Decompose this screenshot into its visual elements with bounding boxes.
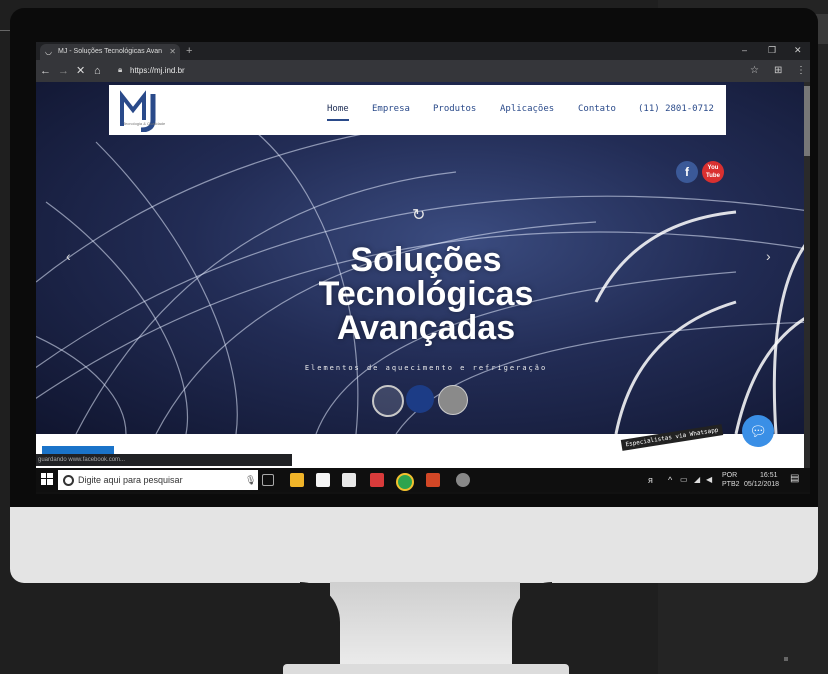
- windows-start-icon[interactable]: [41, 473, 53, 485]
- monitor-chin: [10, 507, 818, 583]
- language-top[interactable]: POR: [722, 472, 737, 480]
- background-dot: [784, 657, 788, 661]
- tray-chevron-icon[interactable]: ^: [668, 476, 672, 485]
- status-bar: guardando www.facebook.com...: [36, 454, 292, 466]
- volume-icon[interactable]: ◀: [706, 476, 712, 484]
- monitor-screen: ◡ MJ - Soluções Tecnológicas Avan ✕ + – …: [36, 42, 810, 494]
- clock-date[interactable]: 05/12/2018: [744, 481, 779, 489]
- app-settings-icon[interactable]: [456, 473, 470, 487]
- menu-empresa[interactable]: Empresa: [372, 103, 410, 115]
- tab-loading-icon: ◡: [45, 47, 52, 56]
- bookmark-star-icon[interactable]: ☆: [750, 64, 759, 78]
- people-icon[interactable]: ᴙ: [648, 476, 653, 485]
- monitor-stand-neck: [330, 582, 520, 668]
- hero-title-line-1: Soluções: [350, 241, 502, 279]
- slider-bullet-2[interactable]: [406, 385, 434, 413]
- minimize-button[interactable]: –: [742, 43, 747, 57]
- browser-tab[interactable]: ◡ MJ - Soluções Tecnológicas Avan ✕: [40, 44, 180, 60]
- extension-icon[interactable]: ⊞: [774, 64, 782, 78]
- forward-arrow-icon[interactable]: →: [58, 64, 69, 78]
- new-tab-button[interactable]: +: [186, 44, 192, 58]
- site-navbar: Tecnologia & Qualidade Home Empresa Prod…: [109, 85, 726, 135]
- menu-produtos[interactable]: Produtos: [433, 103, 476, 115]
- facebook-icon[interactable]: f: [676, 161, 698, 183]
- scrollbar-thumb[interactable]: [804, 86, 810, 156]
- menu-contato[interactable]: Contato: [578, 103, 616, 115]
- back-arrow-icon[interactable]: ←: [40, 64, 51, 78]
- taskbar-search-box[interactable]: Digite aqui para pesquisar 🎙︎: [58, 470, 258, 490]
- browser-menu-icon[interactable]: ⋮: [796, 64, 806, 78]
- slider-prev-icon[interactable]: ‹: [66, 248, 71, 264]
- hero-subtitle: Elementos de aquecimento e refrigeração: [304, 364, 548, 372]
- monitor-stand-base: [283, 664, 569, 674]
- menu-aplicacoes[interactable]: Aplicações: [500, 103, 554, 115]
- refresh-icon: ↻: [412, 207, 426, 224]
- hero-title-line-2: Tecnológicas: [318, 275, 534, 313]
- slider-next-icon[interactable]: ›: [766, 248, 771, 264]
- windows-taskbar: Digite aqui para pesquisar 🎙︎ ᴙ ^ ▭ ◢ ◀ …: [36, 468, 810, 492]
- scrollbar[interactable]: [804, 82, 810, 468]
- logo-tagline: Tecnologia & Qualidade: [123, 121, 166, 126]
- address-bar: ← → ✕ ⌂ 🔒︎ https://mj.ind.br ☆ ⊞ ⋮: [36, 60, 810, 82]
- lock-icon: 🔒︎: [118, 65, 123, 74]
- search-placeholder: Digite aqui para pesquisar: [78, 475, 183, 485]
- home-icon[interactable]: ⌂: [94, 64, 101, 78]
- task-view-icon[interactable]: [262, 474, 274, 486]
- tab-title: MJ - Soluções Tecnológicas Avan: [58, 48, 163, 55]
- hero-title-line-3: Avançadas: [336, 309, 516, 347]
- file-explorer-icon[interactable]: [290, 473, 304, 487]
- menu-home[interactable]: Home: [327, 103, 349, 121]
- mail-icon[interactable]: [342, 473, 356, 487]
- powerpoint-icon[interactable]: [426, 473, 440, 487]
- slider-bullet-3[interactable]: [438, 385, 468, 415]
- youtube-icon[interactable]: You Tube: [702, 161, 724, 183]
- maximize-button[interactable]: ❐: [768, 43, 776, 57]
- close-window-button[interactable]: ✕: [794, 43, 802, 57]
- network-icon[interactable]: ▭: [680, 476, 688, 484]
- clock-time[interactable]: 16:51: [752, 472, 778, 480]
- microphone-icon[interactable]: 🎙︎: [245, 470, 256, 490]
- stop-icon[interactable]: ✕: [76, 64, 85, 78]
- browser-tab-bar: ◡ MJ - Soluções Tecnológicas Avan ✕ + – …: [36, 42, 810, 60]
- web-viewport: ‹ › ↻ Soluções Tecnológicas Avançadas El…: [36, 82, 810, 468]
- cortana-icon: [63, 475, 74, 486]
- url-field[interactable]: https://mj.ind.br: [130, 64, 185, 78]
- chrome-icon[interactable]: [396, 473, 414, 491]
- store-icon[interactable]: [316, 473, 330, 487]
- whatsapp-chat-icon[interactable]: 💬︎: [742, 415, 774, 447]
- language-bottom[interactable]: PTB2: [722, 481, 740, 489]
- phone-number[interactable]: (11) 2801-0712: [638, 103, 714, 115]
- tab-close-icon[interactable]: ✕: [169, 44, 176, 60]
- wifi-icon[interactable]: ◢: [694, 476, 700, 484]
- app-red-icon[interactable]: [370, 473, 384, 487]
- slider-bullet-1[interactable]: [372, 385, 404, 417]
- notification-icon[interactable]: ▤: [790, 474, 799, 484]
